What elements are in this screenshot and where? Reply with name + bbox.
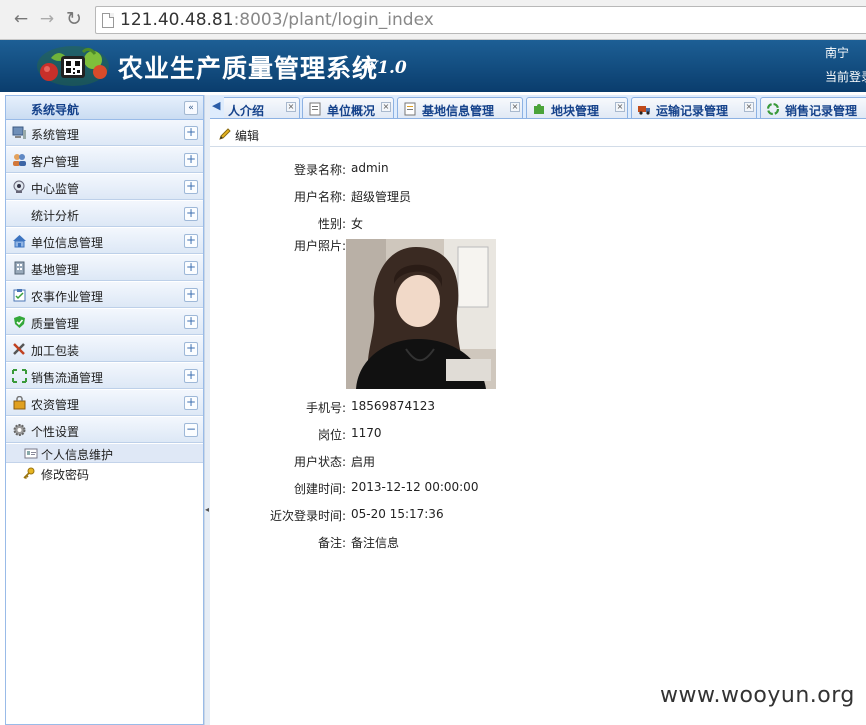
header-current-user: 当前登录 [825,70,866,84]
sidebar-item-unit-info[interactable]: 单位信息管理 + [6,228,203,254]
app-version: V1.0 [364,58,407,78]
expand-icon[interactable]: + [184,234,198,248]
sidebar-item-personal-settings[interactable]: 个性设置 − [6,417,203,443]
sidebar-subitem-change-password[interactable]: 修改密码 [6,464,203,483]
tab-sales-records[interactable]: 销售记录管理 [760,97,866,118]
expand-icon[interactable]: + [184,207,198,221]
field-gender: 性别: 女 [317,217,364,231]
computer-icon [12,126,26,139]
reload-icon[interactable]: ↻ [63,8,85,30]
key-icon [23,467,35,480]
truck-icon [638,106,650,115]
sidebar-item-quality[interactable]: 质量管理 + [6,309,203,335]
expand-icon[interactable]: + [184,261,198,275]
document-icon [309,102,321,116]
forward-arrow-icon[interactable]: → [36,8,58,30]
expand-icon[interactable]: + [184,288,198,302]
building-icon [14,261,25,275]
collapse-icon[interactable]: − [184,423,198,437]
tab-unit-overview[interactable]: 单位概况 × [302,97,394,118]
sidebar-title: 系统导航 [31,103,80,117]
page-icon [102,13,114,28]
document-icon [404,102,416,116]
expand-icon[interactable]: + [184,396,198,410]
puzzle-icon [534,104,544,114]
lock-box-icon [13,396,26,410]
tab-base-info[interactable]: 基地信息管理 × [397,97,523,118]
sidebar-item-agri-materials[interactable]: 农资管理 + [6,390,203,416]
field-login-name: 登录名称: admin [293,161,389,177]
expand-icon[interactable]: + [184,126,198,140]
home-icon [13,235,26,248]
close-tab-icon[interactable]: × [510,102,520,112]
tab-strip: ◀ 人介绍 × 单位概况 × 基地信息管理 × 地块管理 × 运输记录管理 × … [210,95,866,119]
collapse-sidebar-icon[interactable]: « [184,101,198,115]
tab-personal-intro[interactable]: 人介绍 × [224,97,300,118]
url-text[interactable]: 121.40.48.81:8003/plant/login_index [120,10,434,30]
gear-icon [13,424,26,436]
tools-icon [13,343,25,355]
close-tab-icon[interactable]: × [286,102,296,112]
field-user-photo: 用户照片: [293,239,346,253]
sidebar-navigation: 系统导航 « 系统管理 + 客户管理 + 中心监管 + 统计分析 + 单位信息管… [5,95,204,725]
field-position: 岗位: 1170 [317,426,382,442]
content-toolbar: 编辑 [210,120,866,147]
field-last-login-time: 近次登录时间: 05-20 15:17:36 [269,507,444,523]
back-arrow-icon[interactable]: ← [10,8,32,30]
expand-icon[interactable]: + [184,153,198,167]
users-icon [13,154,26,166]
shield-check-icon [14,316,25,328]
expand-icon[interactable]: + [184,342,198,356]
pencil-icon[interactable] [218,128,232,140]
tab-plot-management[interactable]: 地块管理 × [526,97,628,118]
browser-toolbar: ← → ↻ 121.40.48.81:8003/plant/login_inde… [0,0,866,40]
sidebar-item-monitoring[interactable]: 中心监管 + [6,174,203,200]
close-tab-icon[interactable]: × [744,102,754,112]
close-tab-icon[interactable]: × [381,102,391,112]
sidebar-item-system[interactable]: 系统管理 + [6,120,203,146]
sidebar-item-statistics[interactable]: 统计分析 + [6,201,203,227]
arrows-expand-icon [12,369,27,383]
collapse-arrow-icon[interactable]: ◂ [205,505,209,514]
vegetables-logo-icon [37,46,109,86]
field-phone: 手机号: 18569874123 [305,399,435,415]
expand-icon[interactable]: + [184,315,198,329]
field-user-name: 用户名称: 超级管理员 [293,190,412,204]
expand-icon[interactable]: + [184,369,198,383]
field-user-status: 用户状态: 启用 [293,455,376,469]
field-created-time: 创建时间: 2013-12-12 00:00:00 [293,480,479,496]
sidebar-item-base[interactable]: 基地管理 + [6,255,203,281]
sidebar-item-sales[interactable]: 销售流通管理 + [6,363,203,389]
sidebar-item-customers[interactable]: 客户管理 + [6,147,203,173]
address-bar[interactable]: 121.40.48.81:8003/plant/login_index [95,6,866,34]
app-title: 农业生产质量管理系统 [118,54,379,83]
webcam-icon [13,180,25,193]
field-remark: 备注: 备注信息 [317,536,400,550]
id-card-icon [24,448,38,459]
header-location: 南宁 [825,46,850,60]
close-tab-icon[interactable]: × [615,102,625,112]
sidebar-item-farming[interactable]: 农事作业管理 + [6,282,203,308]
sidebar-item-processing[interactable]: 加工包装 + [6,336,203,362]
sidebar-header: 系统导航 « [6,96,203,120]
sidebar-subitem-profile[interactable]: 个人信息维护 [6,444,203,463]
tab-transport-records[interactable]: 运输记录管理 × [631,97,757,118]
clipboard-icon [13,289,26,302]
edit-button[interactable]: 编辑 [235,127,259,144]
user-photo [346,239,496,389]
app-header: 农业生产质量管理系统 V1.0 南宁 当前登录 [0,40,866,92]
watermark-text: www.wooyun.org [660,683,855,708]
expand-icon[interactable]: + [184,180,198,194]
recycle-icon [766,102,780,116]
tab-scroll-left-icon[interactable]: ◀ [212,99,220,112]
